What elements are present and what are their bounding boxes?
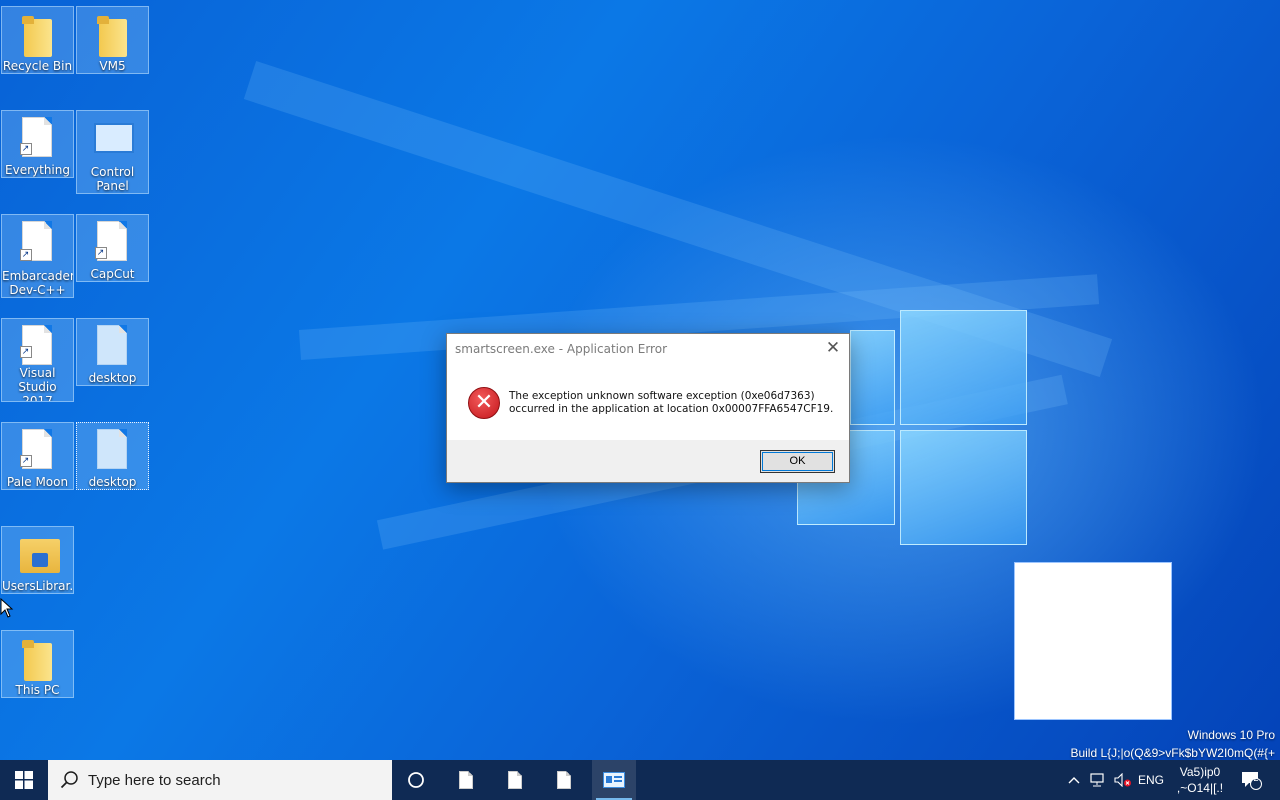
control-panel-icon (603, 772, 625, 788)
file-icon (91, 323, 135, 369)
desktop-icon-label: Pale Moon (6, 475, 69, 489)
language-indicator[interactable]: ENG (1136, 760, 1166, 800)
shortcut-file-icon: ↗ (91, 219, 135, 265)
watermark-edition: Windows 10 Pro (1187, 728, 1275, 742)
network-tray-button[interactable] (1088, 760, 1108, 800)
shortcut-file-icon: ↗ (16, 323, 60, 365)
mouse-cursor-icon (0, 598, 14, 618)
file-icon (508, 771, 522, 789)
desktop-icon-userslibrary[interactable]: UsersLibrar... (1, 526, 74, 594)
network-icon (1090, 773, 1104, 787)
wallpaper-logo-pane (900, 310, 1027, 425)
start-button[interactable] (0, 760, 48, 800)
desktop-icon-label: UsersLibrar... (2, 579, 73, 593)
desktop-icon-label: This PC (15, 683, 60, 697)
taskbar-app-file[interactable] (544, 760, 584, 800)
clock-time: Va5)ip0 (1179, 765, 1221, 779)
library-icon (16, 531, 60, 577)
desktop[interactable]: Recycle Bin VM5 ↗ Everything Control Pan… (0, 0, 1280, 760)
error-dialog[interactable]: smartscreen.exe - Application Error ✕ ✕ … (446, 333, 850, 483)
notification-count: 2 (1253, 773, 1259, 783)
dialog-title: smartscreen.exe - Application Error (455, 342, 667, 356)
cortana-icon (408, 772, 424, 788)
close-icon[interactable]: ✕ (821, 336, 845, 360)
chevron-up-icon (1068, 777, 1080, 784)
desktop-icon-desktop-file[interactable]: desktop (76, 318, 149, 386)
ok-button[interactable]: OK (760, 450, 835, 473)
desktop-icon-recycle-bin[interactable]: Recycle Bin (1, 6, 74, 74)
shortcut-file-icon: ↗ (16, 115, 60, 161)
wallpaper-logo-pane (850, 330, 895, 425)
desktop-icon-label: Recycle Bin (2, 59, 73, 73)
volume-muted-icon (1114, 773, 1131, 787)
desktop-icon-everything[interactable]: ↗ Everything (1, 110, 74, 178)
taskbar: Type here to search ENG Va5)ip0 ,~O14|[.… (0, 760, 1280, 800)
folder-icon (16, 635, 60, 681)
desktop-icon-label: Control Panel (90, 165, 135, 193)
desktop-icon-pale-moon[interactable]: ↗ Pale Moon (1, 422, 74, 490)
watermark-build: Build L{J;|o(Q&9>vFk$bYW2I0mQ(#{+ (1070, 746, 1275, 760)
search-placeholder: Type here to search (88, 771, 221, 789)
desktop-icon-label: VM5 (99, 59, 126, 73)
taskbar-app-control-panel[interactable] (592, 760, 636, 800)
folder-icon (16, 11, 60, 57)
clock-date: ,~O14|[.! (1176, 781, 1224, 795)
desktop-icon-label: Visual Studio 2017 (18, 365, 57, 401)
desktop-icon-label: CapCut (90, 267, 135, 281)
desktop-icon-control-panel[interactable]: Control Panel (76, 110, 149, 194)
file-icon (557, 771, 571, 789)
search-box[interactable]: Type here to search (48, 760, 392, 800)
dialog-message-line: The exception unknown software exception… (509, 390, 815, 402)
clock[interactable]: Va5)ip0 ,~O14|[.! (1172, 760, 1228, 800)
taskbar-app-file[interactable] (446, 760, 486, 800)
blank-window[interactable] (1014, 562, 1172, 720)
taskbar-app-file[interactable] (495, 760, 535, 800)
show-hidden-icons-button[interactable] (1064, 760, 1084, 800)
folder-icon (91, 11, 135, 57)
control-panel-icon (91, 115, 135, 163)
cortana-button[interactable] (396, 760, 436, 800)
shortcut-file-icon: ↗ (16, 219, 60, 267)
desktop-icon-label: desktop (88, 475, 137, 489)
desktop-icon-visual-studio[interactable]: ↗ Visual Studio 2017 (1, 318, 74, 402)
desktop-icon-label: desktop (88, 371, 137, 385)
error-icon: ✕ (468, 387, 500, 419)
desktop-icon-this-pc[interactable]: This PC (1, 630, 74, 698)
file-icon (91, 427, 135, 473)
desktop-icon-vm5[interactable]: VM5 (76, 6, 149, 74)
windows-logo-icon (15, 771, 33, 789)
volume-tray-button[interactable] (1112, 760, 1134, 800)
wallpaper-logo-pane (900, 430, 1027, 545)
file-icon (459, 771, 473, 789)
desktop-icon-capcut[interactable]: ↗ CapCut (76, 214, 149, 282)
dialog-message: The exception unknown software exception… (509, 390, 839, 416)
desktop-icon-desktop-file[interactable]: desktop (76, 422, 149, 490)
search-icon (60, 771, 78, 789)
desktop-icon-label: Everything (5, 163, 70, 177)
shortcut-file-icon: ↗ (16, 427, 60, 473)
windows-watermark: Windows 10 Pro Build L{J;|o(Q&9>vFk$bYW2… (1070, 726, 1275, 760)
dialog-message-line: occurred in the application at location … (509, 403, 834, 415)
desktop-icon-embarcadero[interactable]: ↗ Embarcadero Dev-C++ (1, 214, 74, 298)
desktop-icon-label: Embarcadero Dev-C++ (2, 269, 73, 297)
dialog-footer: OK (447, 440, 849, 482)
action-center-button[interactable]: 2 (1234, 760, 1268, 800)
